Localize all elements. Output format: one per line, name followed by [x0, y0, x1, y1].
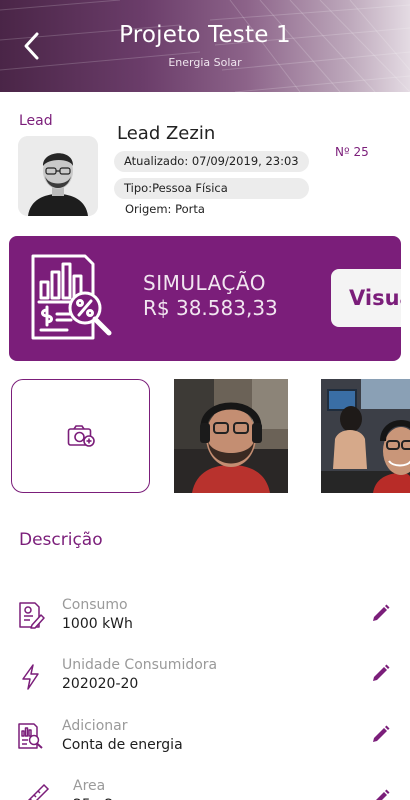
updated-badge: Atualizado: 07/09/2019, 23:03: [114, 151, 309, 172]
add-photo-camera-icon: [67, 425, 95, 447]
description-item-consumo: Consumo 1000 kWh: [0, 597, 410, 647]
financial-report-icon: [31, 254, 112, 340]
simulation-value: R$ 38.583,33: [143, 296, 278, 320]
ruler-icon: [27, 783, 50, 800]
edit-pencil-icon[interactable]: [371, 603, 391, 623]
description-title: Descrição: [19, 530, 103, 550]
add-photo-button[interactable]: [11, 379, 150, 493]
edit-pencil-icon[interactable]: [371, 724, 391, 744]
item-value: 202020-20: [62, 676, 139, 692]
project-photo-image: [174, 379, 288, 493]
lightning-icon: [22, 664, 39, 690]
item-label: Adicionar: [62, 718, 128, 734]
edit-pencil-icon[interactable]: [371, 788, 391, 800]
lead-number: Nº 25: [335, 145, 369, 159]
item-value: Conta de energia: [62, 737, 183, 753]
project-photo[interactable]: [321, 379, 410, 493]
project-photo[interactable]: [174, 379, 288, 493]
item-label: Consumo: [62, 597, 128, 613]
header-bar: Projeto Teste 1 Energia Solar: [0, 0, 410, 92]
item-value: 1000 kWh: [62, 616, 133, 632]
lead-name: Lead Zezin: [117, 123, 216, 144]
avatar-photo: [18, 136, 98, 216]
description-item-area: Area 25m2: [0, 778, 410, 800]
page-title: Projeto Teste 1: [119, 22, 291, 48]
bill-search-icon: [18, 723, 43, 749]
avatar[interactable]: [18, 136, 98, 216]
simulation-label: SIMULAÇÃO: [143, 271, 266, 295]
origin-text: Origem: Porta: [125, 202, 205, 216]
project-photo-image: [321, 379, 410, 493]
description-item-unidade: Unidade Consumidora 202020-20: [0, 657, 410, 707]
document-edit-icon: [19, 602, 45, 629]
description-item-adicionar[interactable]: Adicionar Conta de energia: [0, 718, 410, 768]
lead-section-label: Lead: [19, 113, 53, 129]
item-label: Area: [73, 778, 106, 794]
page-subtitle: Energia Solar: [168, 56, 242, 69]
item-label: Unidade Consumidora: [62, 657, 218, 673]
edit-pencil-icon[interactable]: [371, 663, 391, 683]
type-badge: Tipo:Pessoa Física: [114, 178, 309, 199]
simulation-banner[interactable]: SIMULAÇÃO R$ 38.583,33 Visua: [9, 236, 401, 361]
view-simulation-button[interactable]: Visua: [331, 269, 401, 327]
